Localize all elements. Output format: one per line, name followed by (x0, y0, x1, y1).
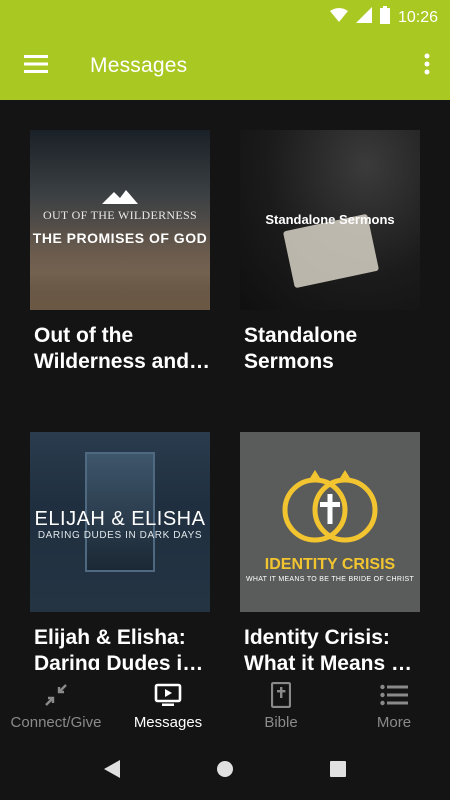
status-time: 10:26 (397, 8, 438, 26)
page-title: Messages (90, 54, 188, 77)
home-circle-icon (216, 760, 234, 783)
home-button[interactable] (215, 760, 235, 783)
hamburger-icon (24, 54, 48, 78)
series-artwork: ELIJAH & ELISHA DARING DUDES IN DARK DAY… (30, 432, 210, 612)
wifi-icon (329, 7, 348, 28)
app-bar: Messages (0, 32, 450, 100)
signal-icon (355, 7, 372, 28)
artwork-text: THE PROMISES OF GOD (32, 230, 208, 246)
nav-item-connect-give[interactable]: Connect/Give (0, 670, 112, 742)
nav-label: More (376, 714, 412, 731)
arrows-compress-icon (44, 682, 68, 708)
series-card[interactable]: OUT OF THE WILDERNESS THE PROMISES OF GO… (30, 130, 210, 375)
series-title: Elijah & Elisha: Daring Dudes i… (34, 626, 204, 670)
series-title: Identity Crisis: What it Means … (244, 626, 413, 670)
artwork-text: ELIJAH & ELISHA (34, 508, 206, 530)
artwork-text: DARING DUDES IN DARK DAYS (37, 530, 203, 541)
overflow-menu-button[interactable] (414, 48, 440, 84)
app-screen: 10:26 Messages OUT OF THE WILDERNESS THE… (0, 0, 450, 800)
recents-button[interactable] (328, 760, 348, 782)
menu-button[interactable] (16, 48, 56, 84)
status-bar: 10:26 (0, 0, 450, 32)
series-title: Out of the Wilderness and… (34, 324, 211, 373)
artwork-text: OUT OF THE WILDERNESS (43, 208, 197, 222)
series-card[interactable]: ELIJAH & ELISHA DARING DUDES IN DARK DAY… (30, 432, 210, 670)
recents-square-icon (330, 760, 346, 782)
nav-item-bible[interactable]: Bible (225, 670, 337, 742)
series-title: Standalone Sermons (244, 324, 358, 373)
mountain-icon (102, 190, 138, 204)
message-series-grid: OUT OF THE WILDERNESS THE PROMISES OF GO… (0, 100, 450, 670)
artwork-text: WHAT IT MEANS TO BE THE BRIDE OF CHRIST (245, 576, 415, 583)
list-icon (380, 682, 408, 708)
series-artwork: IDENTITY CRISIS WHAT IT MEANS TO BE THE … (240, 432, 420, 612)
artwork-text: IDENTITY CRISIS (264, 556, 396, 573)
tv-play-icon (154, 682, 182, 708)
series-artwork: OUT OF THE WILDERNESS THE PROMISES OF GO… (30, 130, 210, 310)
bottom-navigation: Connect/Give Messages Bible More (0, 670, 450, 742)
system-navigation-bar (0, 742, 450, 800)
series-card[interactable]: IDENTITY CRISIS WHAT IT MEANS TO BE THE … (240, 432, 420, 670)
more-vert-icon (424, 53, 430, 80)
series-card[interactable]: Standalone Sermons Standalone Sermons (240, 130, 420, 375)
artwork-text: Standalone Sermons (265, 212, 395, 227)
nav-label: Messages (133, 714, 203, 731)
nav-item-messages[interactable]: Messages (112, 670, 224, 742)
nav-label: Bible (264, 714, 298, 731)
wedding-rings-icon (282, 470, 378, 543)
battery-icon (379, 6, 390, 29)
back-triangle-icon (104, 759, 120, 783)
back-button[interactable] (102, 759, 122, 783)
nav-label: Connect/Give (10, 714, 102, 731)
status-icons: 10:26 (329, 6, 438, 29)
nav-item-more[interactable]: More (338, 670, 450, 742)
bible-icon (271, 682, 291, 708)
series-artwork: Standalone Sermons (240, 130, 420, 310)
